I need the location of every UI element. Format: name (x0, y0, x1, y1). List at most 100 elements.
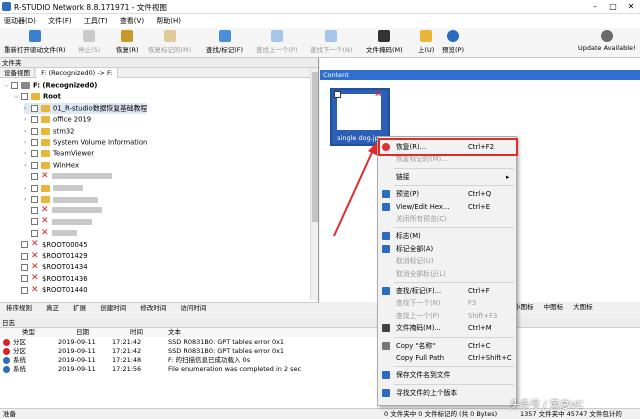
tree-checkbox[interactable] (31, 116, 38, 124)
tree-checkbox[interactable] (31, 150, 38, 158)
sort-ext[interactable]: 扩展 (67, 303, 92, 313)
context-menu-item[interactable]: 取消标记(U) (378, 255, 516, 267)
sort-real[interactable]: 真正 (40, 303, 65, 313)
chevron-right-icon[interactable]: ⌵ (4, 80, 11, 91)
chevron-right-icon[interactable]: › (24, 137, 31, 148)
context-menu-item[interactable]: 取消全部标记(L) (378, 268, 516, 280)
tree-item[interactable]: ✕ $ROOT00045 (14, 240, 88, 251)
find-next-button[interactable]: 查找下一个(N) (310, 30, 352, 56)
tree-item[interactable]: ✕ (24, 205, 102, 216)
chevron-right-icon[interactable]: › (24, 148, 31, 159)
tree-item[interactable]: ✕ (24, 171, 112, 182)
find-prev-button[interactable]: 查找上一个(P) (256, 30, 298, 56)
chevron-right-icon[interactable]: › (24, 160, 31, 171)
recover-marked-button[interactable]: 恢复标记的(M) (148, 30, 191, 56)
context-menu-item[interactable]: 保存文件名到文件 (378, 369, 516, 381)
tree-item[interactable]: › System Volume Information (24, 137, 147, 148)
sort-accessed[interactable]: 访问时间 (174, 303, 212, 313)
tree-checkbox[interactable] (21, 275, 28, 283)
tree-checkbox[interactable] (21, 286, 28, 294)
context-menu-item[interactable]: 查找下一个(N) F3 (378, 297, 516, 309)
tree-item[interactable]: ✕ $ROOT01440 (14, 285, 88, 296)
tree-item[interactable]: › (24, 183, 83, 194)
tree-item[interactable]: › 01_R-studio数据恢复基础教程 (24, 102, 148, 114)
menu-tools[interactable]: 工具(T) (80, 14, 114, 26)
log-row[interactable]: 分区 2019-09-11 17:21:42 SSD R0831B0: GPT tab… (0, 338, 380, 347)
context-menu-item[interactable]: 关闭所有预览(C) (378, 213, 516, 225)
up-button[interactable]: 上(U) (418, 30, 434, 56)
tree-checkbox[interactable] (21, 93, 28, 101)
tree-item[interactable]: › (24, 194, 98, 205)
tree-checkbox[interactable] (31, 196, 38, 203)
chevron-right-icon[interactable]: ⌵ (14, 91, 21, 102)
context-menu-item[interactable]: 链接 ▸ (378, 171, 516, 183)
minimize-button[interactable]: – (586, 0, 604, 14)
context-menu-item[interactable]: Copy "名称" Ctrl+C (378, 340, 516, 352)
chevron-right-icon[interactable]: › (24, 126, 31, 137)
sort-modified[interactable]: 修改时间 (134, 303, 172, 313)
chevron-right-icon[interactable]: › (24, 103, 31, 114)
context-menu-item[interactable]: 查找上一个(P) Shift+F3 (378, 310, 516, 322)
tree-checkbox[interactable] (21, 252, 28, 260)
tree-item[interactable]: ⌵ F: (Recognized0) (4, 80, 97, 91)
tree-item[interactable]: ✕ $ROOT01429 (14, 251, 88, 262)
sort-created[interactable]: 创建时间 (94, 303, 132, 313)
col-date[interactable]: 日期 (76, 328, 89, 337)
log-row[interactable]: 分区 2019-09-11 17:21:42 SSD R0831B0: GPT tab… (0, 347, 380, 356)
tree-checkbox[interactable] (31, 229, 38, 237)
close-button[interactable]: ✕ (622, 0, 640, 14)
tree-item[interactable]: › office 2019 (24, 114, 91, 125)
log-row[interactable]: 系统 2019-09-11 17:21:56 File enumeration was… (0, 365, 380, 374)
reopen-button[interactable]: 重新打开驱动文件(R) (4, 30, 66, 56)
update-available-button[interactable]: Update Available! (578, 30, 636, 56)
tree-item[interactable]: ✕ (24, 228, 77, 239)
tree-checkbox[interactable] (31, 161, 38, 169)
tree-item[interactable]: ⌵ Root (14, 91, 61, 102)
tree-item[interactable]: ✕ $ROOT01436 (14, 274, 88, 285)
context-menu-item[interactable]: Copy Full Path Ctrl+Shift+C (378, 352, 516, 364)
chevron-right-icon[interactable]: › (24, 194, 31, 205)
context-menu-item[interactable]: 寻找文件的上个版本 (378, 387, 516, 399)
tree-checkbox[interactable] (11, 82, 18, 89)
chevron-right-icon[interactable]: › (24, 183, 31, 194)
tree-checkbox[interactable] (31, 104, 38, 112)
tree-item[interactable]: › WinHex (24, 160, 79, 171)
tree-checkbox[interactable] (21, 263, 28, 271)
context-menu-item[interactable]: 文件掩码(M)... Ctrl+M (378, 322, 516, 334)
file-checkbox[interactable] (334, 91, 341, 98)
chevron-right-icon[interactable]: › (24, 114, 31, 125)
tree-item[interactable]: › stm32 (24, 126, 74, 137)
tree-item[interactable]: ✕ (24, 217, 92, 228)
tree-scrollbar[interactable] (310, 68, 318, 300)
recover-button[interactable]: 恢复(R) (116, 30, 139, 56)
menu-file[interactable]: 文件(F) (44, 14, 78, 26)
tab-device-view[interactable]: 设备视图 (0, 68, 35, 78)
tab-drive-f[interactable]: F: (Recognized0) -> F: (37, 68, 118, 78)
maximize-button[interactable]: □ (604, 0, 622, 14)
tree-checkbox[interactable] (31, 172, 38, 180)
scrollbar-thumb[interactable] (312, 72, 318, 222)
context-menu-item[interactable]: 标记全部(A) (378, 243, 516, 255)
medium-icons-button[interactable]: 中图标 (540, 302, 568, 313)
col-text[interactable]: 文本 (168, 328, 181, 337)
tree-checkbox[interactable] (31, 127, 38, 135)
tree-checkbox[interactable] (31, 206, 38, 214)
menu-drive[interactable]: 驱动器(D) (0, 14, 42, 26)
tree-item[interactable]: ✕ $ROOT01434 (14, 262, 88, 273)
stop-button[interactable]: 停止(S) (78, 30, 100, 56)
tree-checkbox[interactable] (31, 184, 38, 192)
file-mask-button[interactable]: 文件掩码(M) (366, 30, 403, 56)
tree-checkbox[interactable] (21, 241, 28, 249)
sort-rules[interactable]: 排序规则 (0, 303, 38, 313)
log-row[interactable]: 系统 2019-09-11 17:21:48 F: 的扫描信息已成功载入 0s (0, 356, 380, 365)
menu-view[interactable]: 查看(V) (116, 14, 150, 26)
context-menu-item[interactable]: 预览(P) Ctrl+Q (378, 188, 516, 200)
col-time[interactable]: 时间 (130, 328, 143, 337)
tree-item[interactable]: › TeamViewer (24, 148, 94, 159)
context-menu-item[interactable]: 查找/标记(F)... Ctrl+F (378, 285, 516, 297)
col-type[interactable]: 类型 (22, 328, 35, 337)
preview-button[interactable]: 预览(P) (442, 30, 464, 56)
tree-checkbox[interactable] (31, 139, 38, 146)
context-menu-item[interactable]: View/Edit Hex... Ctrl+E (378, 201, 516, 213)
tree-checkbox[interactable] (31, 218, 38, 226)
